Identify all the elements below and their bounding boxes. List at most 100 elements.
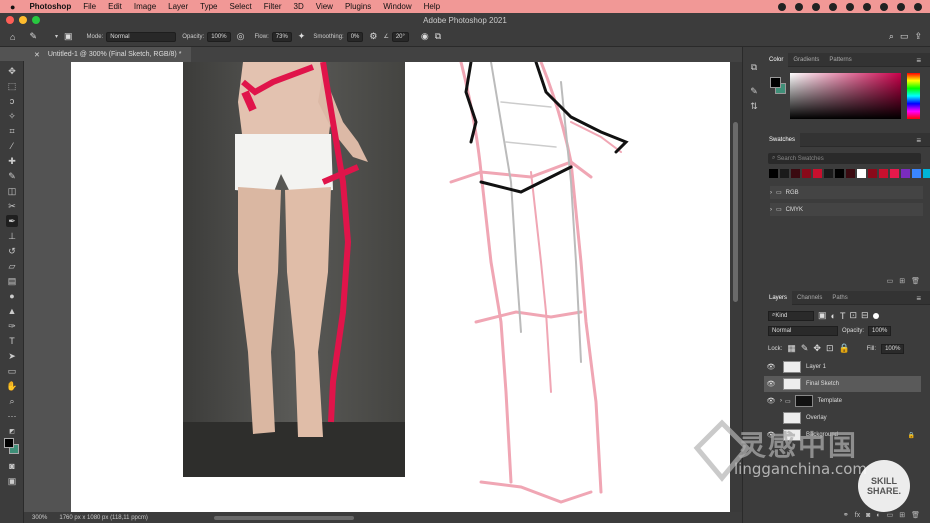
- symmetry-icon[interactable]: ⧉: [435, 31, 441, 42]
- dodge-tool-icon[interactable]: ▲: [6, 305, 18, 317]
- home-icon[interactable]: ⌂: [10, 32, 15, 42]
- search-icon[interactable]: ⌕: [889, 31, 894, 42]
- menu-layer[interactable]: Layer: [168, 2, 188, 11]
- angle-field[interactable]: 20°: [391, 31, 409, 42]
- tab-color[interactable]: Color: [764, 52, 789, 67]
- filter-smart-object-icon[interactable]: ⊟: [861, 310, 869, 321]
- lasso-tool-icon[interactable]: ↄ: [6, 95, 18, 107]
- adjustments-panel-icon[interactable]: ⇅: [748, 100, 760, 112]
- lock-pixels-icon[interactable]: ✎: [801, 343, 809, 354]
- opacity-field[interactable]: 100%: [207, 31, 231, 42]
- pressure-opacity-icon[interactable]: ◎: [237, 31, 245, 42]
- menu-select[interactable]: Select: [230, 2, 252, 11]
- color-spectrum-field[interactable]: [790, 73, 901, 119]
- mode-select[interactable]: Normal: [106, 31, 177, 42]
- color-swatch[interactable]: [901, 169, 910, 178]
- chevron-right-icon[interactable]: ›: [780, 398, 782, 404]
- eyedropper-tool-icon[interactable]: ⁄: [6, 140, 18, 152]
- brush-preset-icon[interactable]: ✎: [29, 31, 37, 42]
- history-brush-tool-icon[interactable]: ↺: [6, 245, 18, 257]
- swatch-group-cmyk[interactable]: › ▭ CMYK: [770, 203, 923, 216]
- color-swatch[interactable]: [857, 169, 866, 178]
- creative-cloud-icon[interactable]: [778, 2, 786, 11]
- menu-image[interactable]: Image: [134, 2, 156, 11]
- color-swatch[interactable]: [912, 169, 921, 178]
- menu-window[interactable]: Window: [383, 2, 411, 11]
- kind-filter-select[interactable]: ⌕ Kind: [768, 310, 814, 321]
- marquee-tool-icon[interactable]: ⬚: [6, 80, 18, 92]
- new-group-icon[interactable]: ▭: [887, 277, 894, 285]
- spot-healing-tool-icon[interactable]: ✎: [6, 170, 18, 182]
- color-swatch[interactable]: [868, 169, 877, 178]
- new-swatch-icon[interactable]: ⊞: [899, 277, 905, 285]
- default-colors-icon[interactable]: ◩: [6, 425, 18, 437]
- color-swatch[interactable]: [813, 169, 822, 178]
- panel-menu-icon[interactable]: ≡: [911, 53, 926, 67]
- visibility-eye-icon[interactable]: 👁: [764, 380, 778, 388]
- filter-shape-icon[interactable]: ⊡: [849, 310, 857, 321]
- document-tab[interactable]: ✕ Untitled-1 @ 300% (Final Sketch, RGB/8…: [24, 47, 192, 62]
- menu-filter[interactable]: Filter: [264, 2, 282, 11]
- quick-mask-icon[interactable]: ◙: [6, 460, 18, 472]
- color-swatch[interactable]: [835, 169, 844, 178]
- tab-patterns[interactable]: Patterns: [824, 53, 856, 67]
- filter-toggle-icon[interactable]: [872, 312, 879, 319]
- minimize-window-button[interactable]: [19, 16, 27, 24]
- tab-layers[interactable]: Layers: [764, 290, 793, 305]
- patch-tool-icon[interactable]: ◫: [6, 185, 18, 197]
- color-swatch[interactable]: [923, 169, 930, 178]
- zoom-window-button[interactable]: [32, 16, 40, 24]
- menu-edit[interactable]: Edit: [108, 2, 122, 11]
- filter-pixel-icon[interactable]: ▣: [818, 310, 827, 321]
- history-panel-icon[interactable]: ⧉: [748, 61, 760, 73]
- tray-app-icon[interactable]: [812, 2, 820, 11]
- share-icon[interactable]: ⇪: [914, 31, 922, 42]
- color-swatch[interactable]: [824, 169, 833, 178]
- panel-menu-icon[interactable]: ≡: [911, 291, 926, 305]
- layer-opacity-field[interactable]: 100%: [868, 326, 892, 336]
- visibility-eye-icon[interactable]: 👁: [764, 363, 778, 371]
- color-swatch[interactable]: [846, 169, 855, 178]
- visibility-eye-icon[interactable]: 👁: [764, 431, 778, 439]
- smoothing-settings-icon[interactable]: ⚙: [369, 31, 377, 42]
- color-swatch[interactable]: [879, 169, 888, 178]
- lock-artboard-icon[interactable]: ⊡: [826, 343, 834, 354]
- brush-size-picker[interactable]: ▾: [55, 33, 58, 40]
- swatches-search-input[interactable]: ⌕ Search Swatches: [768, 153, 921, 164]
- menu-type[interactable]: Type: [200, 2, 217, 11]
- move-tool-icon[interactable]: ✥: [6, 65, 18, 77]
- smoothing-field[interactable]: 0%: [346, 31, 364, 42]
- brush-tool-icon[interactable]: ✒: [6, 215, 18, 227]
- layer-row-layer-1[interactable]: 👁 Layer 1: [764, 359, 921, 375]
- hue-slider[interactable]: [907, 73, 920, 119]
- blend-mode-select[interactable]: Normal: [768, 326, 838, 336]
- blur-tool-icon[interactable]: ●: [6, 290, 18, 302]
- apple-icon[interactable]: ●: [10, 2, 15, 12]
- tab-swatches[interactable]: Swatches: [764, 132, 801, 147]
- content-aware-move-icon[interactable]: ✂: [6, 200, 18, 212]
- color-swatch[interactable]: [802, 169, 811, 178]
- filter-type-icon[interactable]: T: [840, 311, 846, 321]
- close-window-button[interactable]: [6, 16, 14, 24]
- workspace-icon[interactable]: ▭: [900, 31, 909, 42]
- adjustment-layer-icon[interactable]: ◐: [876, 512, 880, 519]
- lock-transparency-icon[interactable]: ▦: [787, 343, 796, 354]
- lock-position-icon[interactable]: ✥: [813, 343, 821, 354]
- pen-tool-icon[interactable]: ✑: [6, 320, 18, 332]
- canvas-area[interactable]: [24, 62, 742, 512]
- type-tool-icon[interactable]: T: [6, 335, 18, 347]
- crop-tool-icon[interactable]: ⌗: [6, 125, 18, 137]
- control-center-icon[interactable]: [897, 2, 905, 11]
- tab-channels[interactable]: Channels: [792, 291, 827, 305]
- menu-photoshop[interactable]: Photoshop: [29, 2, 71, 11]
- pressure-size-icon[interactable]: ◉: [421, 31, 429, 42]
- link-layers-icon[interactable]: ⚭: [843, 511, 849, 519]
- color-swatch[interactable]: [791, 169, 800, 178]
- close-tab-icon[interactable]: ✕: [34, 51, 40, 59]
- tab-gradients[interactable]: Gradients: [788, 53, 824, 67]
- lock-all-icon[interactable]: 🔒: [839, 343, 850, 354]
- layer-row-overlay[interactable]: Overlay: [764, 410, 921, 426]
- spotlight-icon[interactable]: [880, 2, 888, 11]
- menu-help[interactable]: Help: [424, 2, 440, 11]
- delete-layer-icon[interactable]: 🗑: [911, 511, 920, 519]
